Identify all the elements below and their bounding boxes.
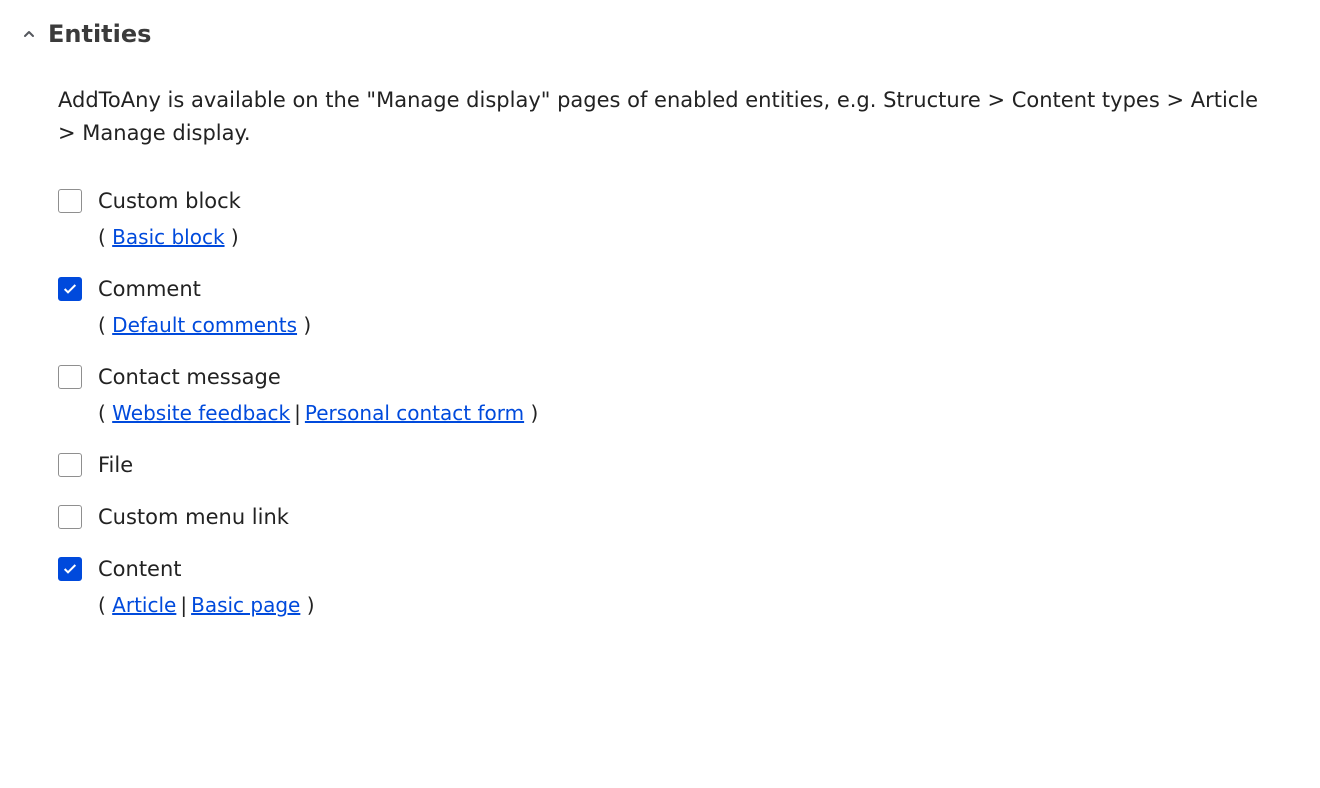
entity-sublink[interactable]: Article [112, 593, 176, 617]
entity-sublinks: ( Website feedback|Personal contact form… [98, 401, 1280, 425]
link-separator: | [180, 593, 187, 617]
entity-item: Contact message ( Website feedback|Person… [58, 365, 1280, 425]
paren-open: ( [98, 225, 112, 249]
entity-checkbox-row: File [58, 453, 1280, 477]
paren-close: ) [524, 401, 538, 425]
entity-sublink[interactable]: Personal contact form [305, 401, 524, 425]
entity-item: Comment ( Default comments ) [58, 277, 1280, 337]
link-separator: | [294, 401, 301, 425]
entity-checkbox[interactable] [58, 365, 82, 389]
entity-checkbox[interactable] [58, 453, 82, 477]
entity-sublinks: ( Basic block ) [98, 225, 1280, 249]
chevron-up-icon [20, 25, 38, 43]
entity-checkbox-row: Content [58, 557, 1280, 581]
entities-section-body: AddToAny is available on the "Manage dis… [20, 84, 1300, 617]
entity-label: Custom menu link [98, 505, 289, 529]
section-title: Entities [48, 20, 151, 48]
entity-checkbox[interactable] [58, 505, 82, 529]
entity-sublink[interactable]: Default comments [112, 313, 297, 337]
entity-checkbox-row: Contact message [58, 365, 1280, 389]
entities-section-header[interactable]: Entities [20, 20, 1300, 48]
section-description: AddToAny is available on the "Manage dis… [58, 84, 1280, 149]
entity-checkbox[interactable] [58, 277, 82, 301]
entity-sublinks: ( Default comments ) [98, 313, 1280, 337]
paren-close: ) [297, 313, 311, 337]
entity-sublink[interactable]: Basic block [112, 225, 224, 249]
entity-item: Content ( Article|Basic page ) [58, 557, 1280, 617]
paren-open: ( [98, 401, 112, 425]
entity-checkbox-row: Custom menu link [58, 505, 1280, 529]
paren-open: ( [98, 593, 112, 617]
entity-item: Custom block ( Basic block ) [58, 189, 1280, 249]
entity-label: Comment [98, 277, 201, 301]
entity-sublink[interactable]: Website feedback [112, 401, 290, 425]
entity-sublinks: ( Article|Basic page ) [98, 593, 1280, 617]
paren-close: ) [225, 225, 239, 249]
paren-open: ( [98, 313, 112, 337]
entity-label: File [98, 453, 133, 477]
entity-item: File [58, 453, 1280, 477]
paren-close: ) [300, 593, 314, 617]
entity-item: Custom menu link [58, 505, 1280, 529]
entity-checkbox[interactable] [58, 189, 82, 213]
entity-label: Content [98, 557, 182, 581]
entity-label: Custom block [98, 189, 241, 213]
entity-label: Contact message [98, 365, 281, 389]
entity-list: Custom block ( Basic block ) Comment ( Defa… [58, 189, 1280, 617]
entity-checkbox-row: Custom block [58, 189, 1280, 213]
entity-checkbox[interactable] [58, 557, 82, 581]
entity-sublink[interactable]: Basic page [191, 593, 300, 617]
entity-checkbox-row: Comment [58, 277, 1280, 301]
